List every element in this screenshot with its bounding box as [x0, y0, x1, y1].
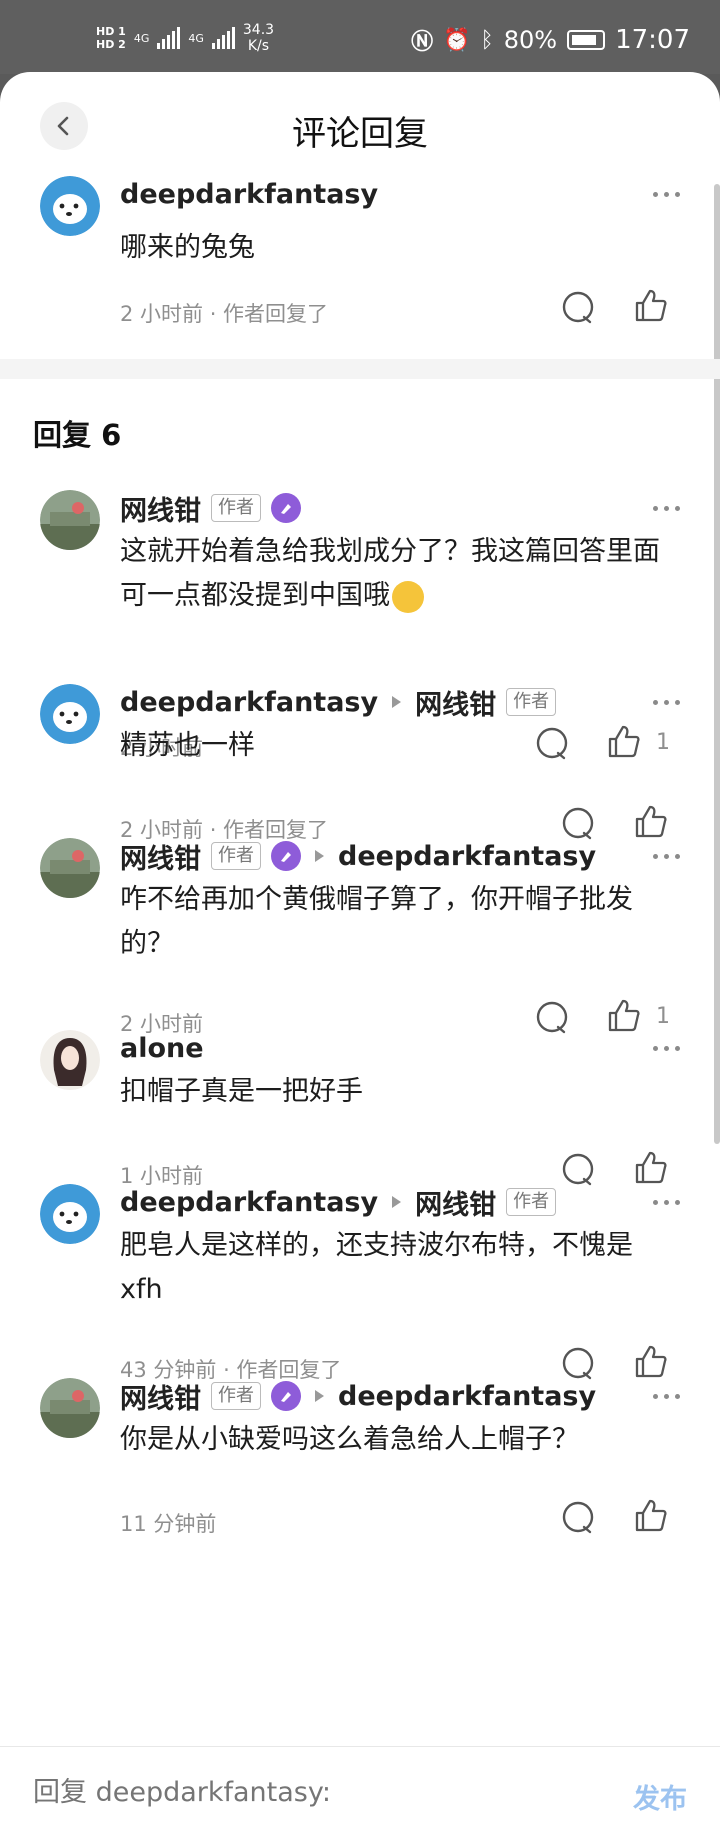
avatar[interactable]: [40, 838, 100, 898]
comment-text-content: 这就开始着急给我划成分了？我这篇回答里面可一点都没提到中国哦: [120, 536, 660, 611]
comment-text: 精苏也一样: [120, 730, 255, 761]
thumbs-up-icon: [635, 289, 667, 322]
username[interactable]: 网线钳: [120, 1377, 201, 1416]
comment-text: 你是从小缺爱吗这么着急给人上帽子？: [120, 1424, 579, 1455]
reply-input[interactable]: [33, 1777, 593, 1808]
battery-icon: [567, 30, 606, 50]
username[interactable]: deepdarkfantasy: [120, 687, 378, 718]
reply-to-arrow-icon: [392, 1196, 402, 1208]
net-speed-unit: K/s: [247, 38, 270, 54]
reply-bar: 发布: [0, 1746, 720, 1840]
avatar[interactable]: [40, 176, 100, 236]
more-icon[interactable]: [653, 192, 680, 197]
status-bar: HD 1 HD 2 4G 4G 34.3 K/s Ⓝ ⏰ ᛒ 80% 17:07: [0, 0, 720, 74]
hd2-label: HD 2: [96, 38, 126, 51]
author-tag: 作者: [211, 1382, 261, 1410]
reply-icon[interactable]: [534, 1000, 570, 1040]
author-tag: 作者: [506, 1188, 557, 1216]
nfc-icon: Ⓝ: [411, 30, 434, 55]
like-count: 1: [656, 1003, 670, 1029]
comment-text: 扣帽子真是一把好手: [120, 1076, 363, 1107]
verified-badge-icon: [271, 493, 301, 523]
scrollbar[interactable]: [714, 184, 720, 1144]
author-tag: 作者: [211, 842, 261, 870]
like-button[interactable]: [633, 1150, 669, 1186]
username[interactable]: alone: [120, 1033, 204, 1064]
username[interactable]: deepdarkfantasy: [120, 1187, 378, 1218]
like-button[interactable]: [633, 1344, 669, 1380]
more-icon[interactable]: [653, 854, 680, 859]
author-tag: 作者: [506, 688, 557, 716]
more-icon[interactable]: [653, 700, 680, 705]
like-button[interactable]: 1: [606, 998, 670, 1034]
avatar[interactable]: [40, 1030, 100, 1090]
comment-text: 这就开始着急给我划成分了？我这篇回答里面可一点都没提到中国哦: [120, 530, 665, 618]
comment-text: 咋不给再加个黄俄帽子算了，你开帽子批发的？: [120, 884, 633, 959]
alarm-icon: ⏰: [443, 27, 471, 53]
section-divider: [0, 359, 720, 379]
reply-to-arrow-icon: [315, 850, 324, 862]
more-icon[interactable]: [653, 1046, 680, 1051]
like-button[interactable]: [633, 1498, 669, 1534]
like-button[interactable]: [633, 288, 669, 324]
thumbs-up-icon: [635, 1345, 667, 1378]
reply-icon[interactable]: [560, 1152, 596, 1192]
username[interactable]: deepdarkfantasy: [120, 179, 378, 210]
replies-header: 回复 6: [33, 418, 122, 452]
bluetooth-icon: ᛒ: [480, 27, 494, 53]
signal-icon-2: [211, 27, 235, 49]
reply-to-username[interactable]: 网线钳: [415, 683, 496, 722]
battery-percent: 80%: [503, 26, 558, 54]
verified-badge-icon: [271, 841, 301, 871]
avatar[interactable]: [40, 1184, 100, 1244]
thumbs-up-icon: [635, 1499, 667, 1532]
page-title: 评论回复: [292, 114, 428, 154]
reply-icon[interactable]: [560, 290, 596, 330]
status-right: Ⓝ ⏰ ᛒ 80% 17:07: [411, 24, 690, 56]
publish-button[interactable]: 发布: [633, 1777, 687, 1816]
top-bar: 评论回复: [0, 72, 720, 182]
reply-to-arrow-icon: [392, 696, 402, 708]
avatar[interactable]: [40, 490, 100, 550]
thinking-emoji-icon: [392, 580, 424, 613]
verified-badge-icon: [271, 1381, 301, 1411]
avatar[interactable]: [40, 1378, 100, 1438]
comment-sheet: 评论回复 deepdarkfantasy 哪来的兔兔 2 小时前 · 作者回复了…: [0, 72, 720, 1840]
net1-label: 4G: [133, 31, 150, 45]
more-icon[interactable]: [653, 1200, 680, 1205]
like-button[interactable]: [633, 804, 669, 840]
comment-text: 哪来的兔兔: [120, 232, 255, 263]
reply-to-username[interactable]: 网线钳: [415, 1183, 496, 1222]
avatar[interactable]: [40, 684, 100, 744]
reply-icon[interactable]: [560, 1500, 596, 1540]
net-speed: 34.3: [242, 22, 275, 38]
hd1-label: HD 1: [96, 25, 126, 38]
more-icon[interactable]: [653, 506, 680, 511]
author-tag: 作者: [211, 494, 261, 522]
username[interactable]: 网线钳: [120, 837, 201, 876]
thumbs-up-icon: [608, 999, 640, 1032]
comment-text: 肥皂人是这样的，还支持波尔布特，不愧是xfh: [120, 1230, 633, 1305]
username[interactable]: 网线钳: [120, 489, 201, 528]
more-icon[interactable]: [653, 1394, 680, 1399]
comment-meta: 11 分钟前: [120, 1512, 217, 1536]
reply-to-username[interactable]: deepdarkfantasy: [338, 1381, 596, 1412]
status-left: HD 1 HD 2 4G 4G 34.3 K/s: [96, 22, 274, 54]
reply-to-arrow-icon: [315, 1390, 324, 1402]
signal-icon: [157, 27, 181, 49]
comment-meta: 2 小时前 · 作者回复了: [120, 302, 329, 326]
reply-to-username[interactable]: deepdarkfantasy: [338, 841, 596, 872]
clock: 17:07: [615, 25, 690, 55]
net2-label: 4G: [188, 31, 204, 45]
thumbs-up-icon: [635, 1151, 667, 1184]
thumbs-up-icon: [635, 805, 667, 838]
